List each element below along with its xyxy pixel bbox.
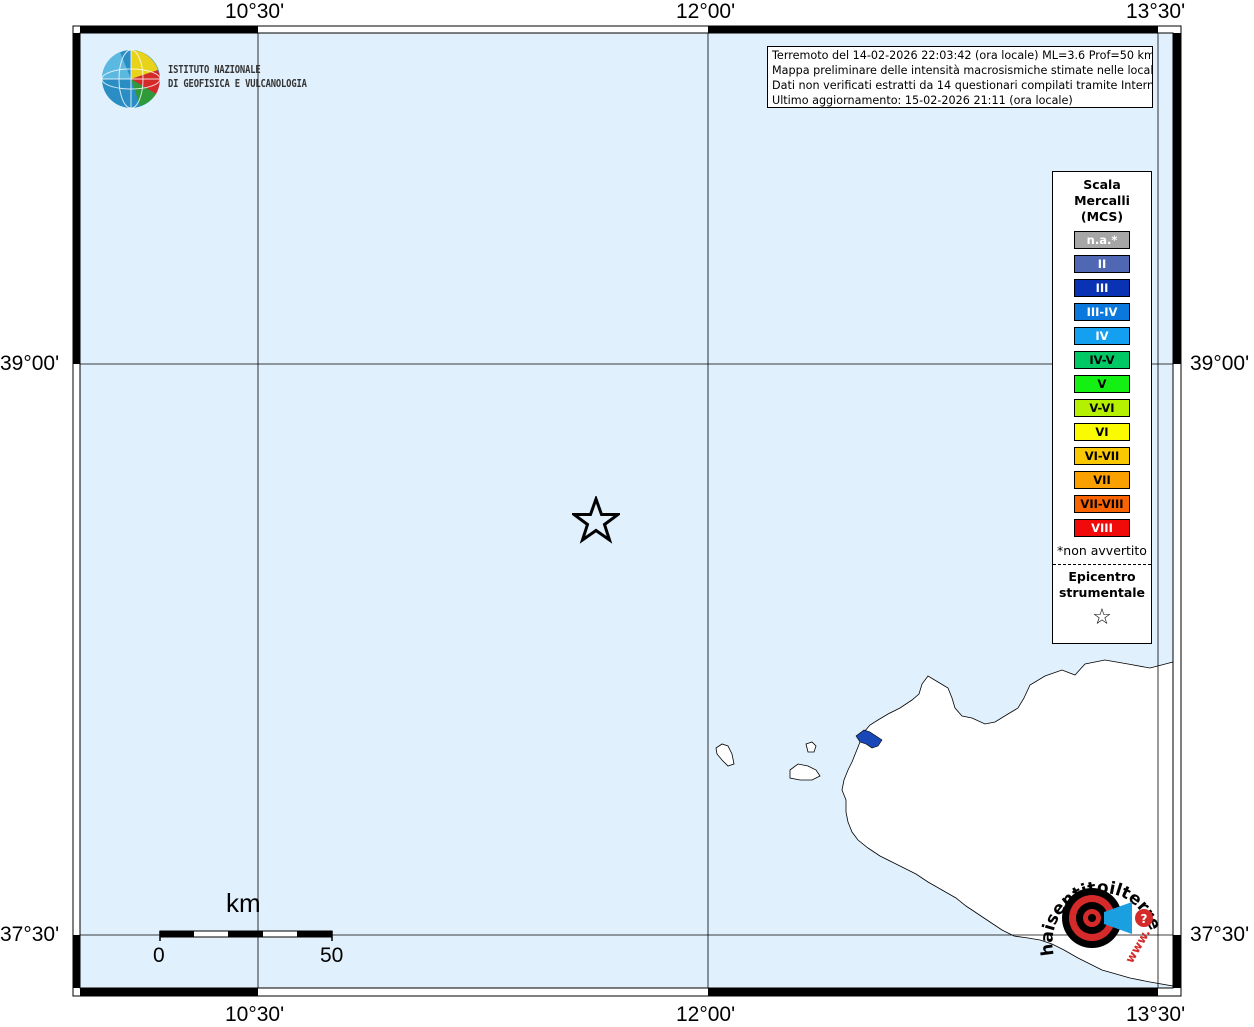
legend-swatch: V xyxy=(1074,375,1130,393)
legend-swatch: IV-V xyxy=(1074,351,1130,369)
legend-epicenter-line2: strumentale xyxy=(1058,585,1146,600)
legend-title-line1: Scala xyxy=(1083,177,1121,192)
bottom-label-1330: 13°30' xyxy=(1126,1003,1186,1026)
legend-swatch: VI xyxy=(1074,423,1130,441)
legend-title-line2: Mercalli xyxy=(1074,193,1130,208)
top-label-1030: 10°30' xyxy=(225,0,285,23)
legend-title-line3: (MCS) xyxy=(1080,209,1124,224)
info-line-4: Ultimo aggiornamento: 15-02-2026 21:11 (… xyxy=(772,94,1073,107)
legend-swatch: II xyxy=(1074,255,1130,273)
legend-swatch: IV xyxy=(1074,327,1130,345)
ingv-name-line2: DI GEOFISICA E VULCANOLOGIA xyxy=(168,77,307,90)
legend-swatches: n.a.* II III III-IV IV IV-V V V-VI VI VI-VII VII VI… xyxy=(1053,231,1151,537)
legend-swatch: V-VI xyxy=(1074,399,1130,417)
ingv-name-line1: ISTITUTO NAZIONALE xyxy=(168,63,261,76)
haisentito-www: www. xyxy=(1122,926,1153,965)
haisentito-logo: haisentitoilterremoto.it ? www. xyxy=(1032,860,1162,966)
left-label-3900: 39°00' xyxy=(0,352,60,375)
legend-epicenter-label: Epicentro strumentale xyxy=(1053,569,1151,601)
left-label-3730: 37°30' xyxy=(0,923,60,946)
legend-star-icon: ☆ xyxy=(1092,605,1112,630)
right-label-3730: 37°30' xyxy=(1190,923,1250,946)
legend-title: Scala Mercalli (MCS) xyxy=(1053,177,1151,225)
legend-swatch: VII xyxy=(1074,471,1130,489)
scale-unit: km xyxy=(226,888,261,918)
event-info-box: Terremoto del 14-02-2026 22:03:42 (ora l… xyxy=(767,46,1153,108)
info-line-3: Dati non verificati estratti da 14 quest… xyxy=(772,79,1153,92)
legend-epicenter-line1: Epicentro xyxy=(1068,569,1136,584)
scale-end-label: 50 xyxy=(320,944,344,967)
svg-text:?: ? xyxy=(1141,912,1148,926)
legend-swatch: n.a.* xyxy=(1074,231,1130,249)
scale-start-label: 0 xyxy=(153,944,165,967)
ingv-name: ISTITUTO NAZIONALE DI GEOFISICA E VULCAN… xyxy=(168,63,307,91)
bottom-label-1200: 12°00' xyxy=(676,1003,736,1026)
mcs-legend: Scala Mercalli (MCS) n.a.* II III III-IV IV I… xyxy=(1052,171,1152,644)
legend-swatch: VIII xyxy=(1074,519,1130,537)
epicenter-star-icon xyxy=(572,496,620,544)
info-line-1: Terremoto del 14-02-2026 22:03:42 (ora l… xyxy=(772,49,1153,62)
ingv-globe-logo xyxy=(101,49,161,109)
right-label-3900: 39°00' xyxy=(1190,352,1250,375)
legend-swatch: VII-VIII xyxy=(1074,495,1130,513)
info-line-2: Mappa preliminare delle intensità macros… xyxy=(772,64,1153,77)
bottom-label-1030: 10°30' xyxy=(225,1003,285,1026)
legend-note: *non avvertito xyxy=(1057,543,1147,558)
legend-swatch: III xyxy=(1074,279,1130,297)
top-label-1330: 13°30' xyxy=(1126,0,1186,23)
legend-swatch: VI-VII xyxy=(1074,447,1130,465)
legend-swatch: III-IV xyxy=(1074,303,1130,321)
top-label-1200: 12°00' xyxy=(676,0,736,23)
legend-separator xyxy=(1053,564,1151,565)
